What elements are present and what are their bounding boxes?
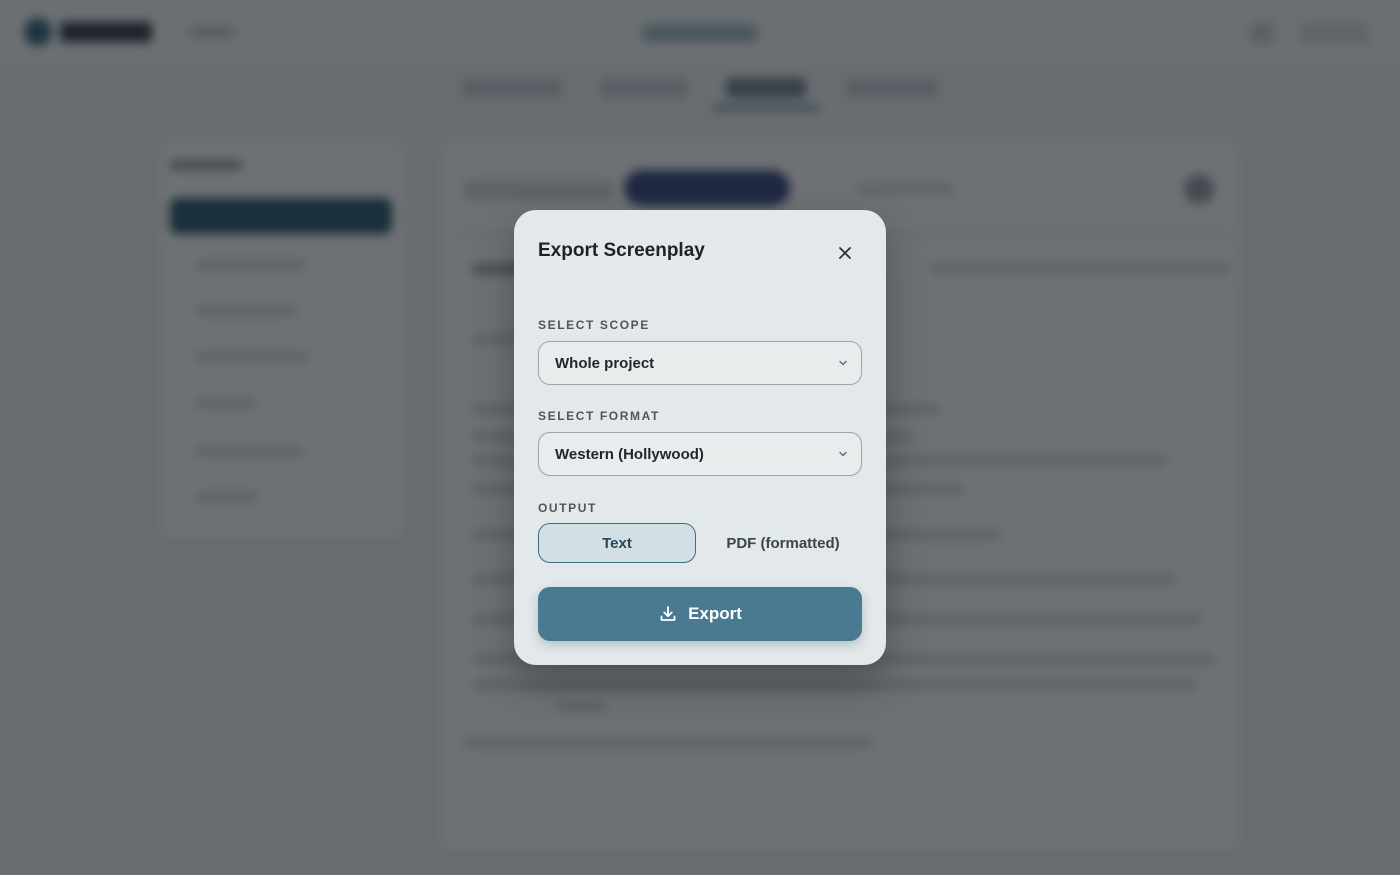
export-button-label: Export bbox=[688, 604, 742, 623]
format-select[interactable]: Western (Hollywood) bbox=[538, 432, 862, 476]
scope-select-value: Whole project bbox=[555, 355, 655, 372]
scope-select[interactable]: Whole project bbox=[538, 341, 862, 385]
export-dialog: Export Screenplay SELECT SCOPE Whole pro… bbox=[514, 210, 886, 665]
output-option-text[interactable]: Text bbox=[538, 523, 696, 563]
scope-label: SELECT SCOPE bbox=[538, 318, 650, 332]
download-icon bbox=[660, 606, 676, 621]
output-label: OUTPUT bbox=[538, 501, 597, 515]
dialog-title: Export Screenplay bbox=[538, 240, 705, 261]
chevron-down-icon bbox=[839, 360, 847, 366]
chevron-down-icon bbox=[839, 451, 847, 457]
output-option-pdf[interactable]: PDF (formatted) bbox=[704, 523, 862, 563]
close-button[interactable] bbox=[830, 238, 860, 268]
format-select-value: Western (Hollywood) bbox=[555, 446, 704, 463]
export-button[interactable]: Export bbox=[538, 587, 862, 641]
format-label: SELECT FORMAT bbox=[538, 409, 660, 423]
close-icon bbox=[839, 247, 851, 259]
